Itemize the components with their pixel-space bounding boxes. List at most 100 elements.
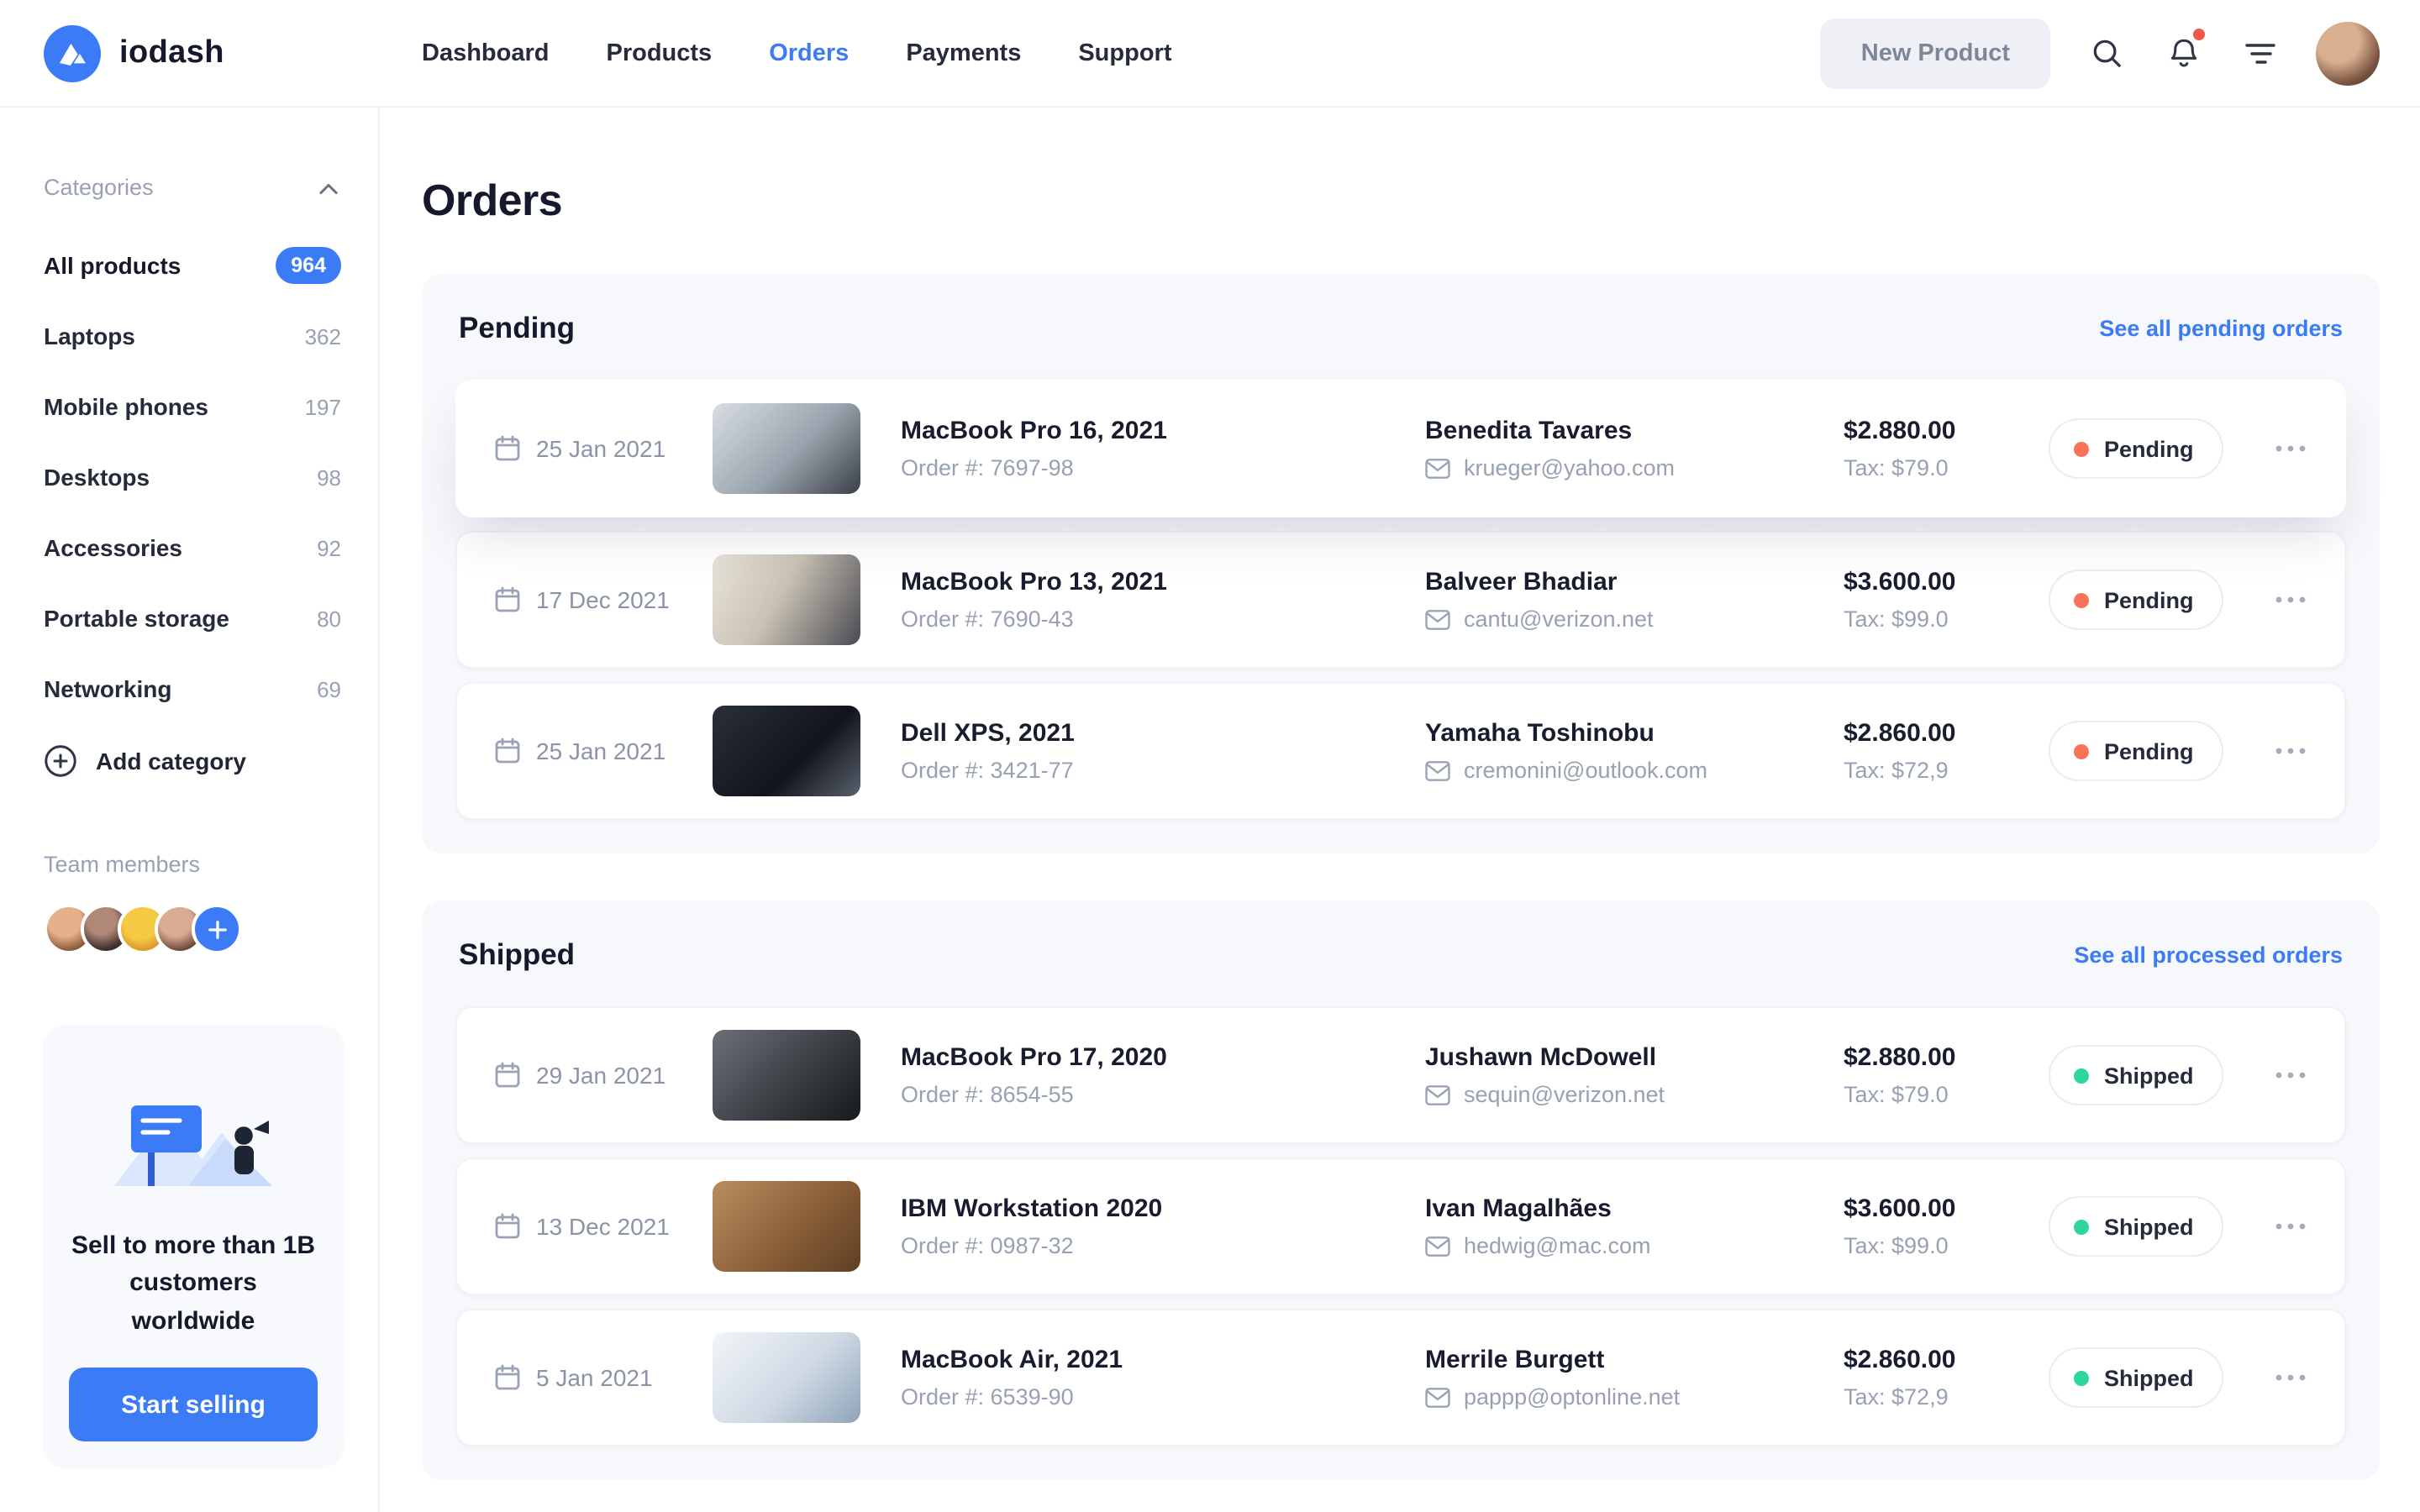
- status-dot: [2074, 1068, 2089, 1083]
- add-category-button[interactable]: Add category: [44, 744, 246, 778]
- more-button[interactable]: [2267, 727, 2314, 774]
- main-content: Orders Pending See all pending orders 25…: [380, 108, 2420, 1512]
- see-all-processed-link[interactable]: See all processed orders: [2074, 942, 2343, 968]
- order-row[interactable]: 25 Jan 2021 Dell XPS, 2021 Order #: 3421…: [455, 682, 2346, 820]
- status-badge: Pending: [2049, 721, 2223, 781]
- more-button[interactable]: [2267, 1203, 2314, 1250]
- categories-header: Categories: [44, 171, 341, 203]
- start-selling-button[interactable]: Start selling: [69, 1368, 318, 1441]
- more-button[interactable]: [2267, 425, 2314, 472]
- customer-name: Ivan Magalhães: [1425, 1194, 1844, 1223]
- new-product-button[interactable]: New Product: [1821, 18, 2050, 88]
- order-row[interactable]: 29 Jan 2021 MacBook Pro 17, 2020 Order #…: [455, 1006, 2346, 1144]
- status-badge: Shipped: [2049, 1196, 2223, 1257]
- filter-button[interactable]: [2238, 31, 2282, 75]
- order-number: Order #: 3421-77: [901, 758, 1425, 783]
- order-date: 29 Jan 2021: [494, 1062, 713, 1089]
- see-all-pending-link[interactable]: See all pending orders: [2099, 316, 2343, 341]
- envelope-icon: [1425, 1387, 1450, 1407]
- price-cell: $2.880.00 Tax: $79.0: [1844, 417, 2049, 480]
- ellipsis-icon: [2274, 746, 2307, 756]
- notifications-button[interactable]: [2161, 31, 2205, 75]
- ellipsis-icon: [2274, 1373, 2307, 1383]
- sidebar-item-networking[interactable]: Networking 69: [44, 654, 341, 724]
- order-row[interactable]: 17 Dec 2021 MacBook Pro 13, 2021 Order #…: [455, 531, 2346, 669]
- customer-name: Benedita Tavares: [1425, 417, 1844, 445]
- product-thumbnail: [713, 1030, 860, 1121]
- order-tax: Tax: $72,9: [1844, 758, 2049, 783]
- product-cell: MacBook Air, 2021 Order #: 6539-90: [901, 1346, 1425, 1410]
- nav-dashboard[interactable]: Dashboard: [422, 39, 550, 66]
- sidebar-item-accessories[interactable]: Accessories 92: [44, 512, 341, 583]
- calendar-icon: [494, 1062, 521, 1089]
- order-row[interactable]: 13 Dec 2021 IBM Workstation 2020 Order #…: [455, 1158, 2346, 1295]
- customer-name: Yamaha Toshinobu: [1425, 719, 1844, 748]
- plus-circle-icon: [44, 744, 77, 778]
- product-cell: MacBook Pro 16, 2021 Order #: 7697-98: [901, 417, 1425, 480]
- nav-orders[interactable]: Orders: [769, 39, 849, 66]
- product-name: Dell XPS, 2021: [901, 719, 1425, 748]
- order-date: 25 Jan 2021: [494, 738, 713, 764]
- product-thumbnail: [713, 403, 860, 494]
- search-button[interactable]: [2084, 31, 2128, 75]
- order-tax: Tax: $79.0: [1844, 455, 2049, 480]
- nav-support[interactable]: Support: [1078, 39, 1171, 66]
- count-badge: 964: [276, 247, 341, 284]
- envelope-icon: [1425, 1084, 1450, 1105]
- product-thumbnail: [713, 706, 860, 796]
- order-price: $2.880.00: [1844, 417, 2049, 445]
- section-title: Pending: [459, 311, 575, 346]
- calendar-icon: [494, 1364, 521, 1391]
- product-name: MacBook Pro 17, 2020: [901, 1043, 1425, 1072]
- page-title: Orders: [422, 175, 2380, 227]
- order-price: $3.600.00: [1844, 568, 2049, 596]
- count-badge: 69: [317, 676, 341, 701]
- nav-products[interactable]: Products: [607, 39, 713, 66]
- sidebar-item-desktops[interactable]: Desktops 98: [44, 442, 341, 512]
- sidebar-item-laptops[interactable]: Laptops 362: [44, 301, 341, 371]
- envelope-icon: [1425, 760, 1450, 780]
- top-actions: New Product: [1821, 18, 2380, 88]
- filter-icon: [2245, 39, 2275, 66]
- count-badge: 98: [317, 465, 341, 490]
- sidebar-item-portable-storage[interactable]: Portable storage 80: [44, 583, 341, 654]
- sidebar-item-all-products[interactable]: All products 964: [44, 230, 341, 301]
- order-date: 5 Jan 2021: [494, 1364, 713, 1391]
- category-list: All products 964 Laptops 362 Mobile phon…: [44, 230, 341, 724]
- nav-payments[interactable]: Payments: [906, 39, 1021, 66]
- price-cell: $2.860.00 Tax: $72,9: [1844, 719, 2049, 783]
- order-price: $2.860.00: [1844, 719, 2049, 748]
- categories-collapse-button[interactable]: [316, 171, 341, 203]
- more-button[interactable]: [2267, 576, 2314, 623]
- order-tax: Tax: $99.0: [1844, 606, 2049, 632]
- order-row[interactable]: 5 Jan 2021 MacBook Air, 2021 Order #: 65…: [455, 1309, 2346, 1446]
- more-button[interactable]: [2267, 1354, 2314, 1401]
- user-avatar[interactable]: [2316, 21, 2380, 85]
- product-name: MacBook Pro 13, 2021: [901, 568, 1425, 596]
- count-badge: 197: [305, 394, 341, 419]
- order-date: 25 Jan 2021: [494, 435, 713, 462]
- order-number: Order #: 7697-98: [901, 455, 1425, 480]
- top-bar: iodash Dashboard Products Orders Payment…: [0, 0, 2420, 108]
- order-date: 13 Dec 2021: [494, 1213, 713, 1240]
- customer-name: Jushawn McDowell: [1425, 1043, 1844, 1072]
- section-header: Shipped See all processed orders: [455, 934, 2346, 1006]
- team-members-label: Team members: [44, 852, 341, 877]
- section-title: Shipped: [459, 937, 575, 973]
- ellipsis-icon: [2274, 595, 2307, 605]
- order-row[interactable]: 25 Jan 2021 MacBook Pro 16, 2021 Order #…: [455, 380, 2346, 517]
- add-team-member-button[interactable]: [192, 904, 242, 954]
- sidebar: Categories All products 964 Laptops 362 …: [0, 108, 380, 1512]
- customer-email: krueger@yahoo.com: [1464, 455, 1675, 480]
- more-button[interactable]: [2267, 1052, 2314, 1099]
- status-badge: Shipped: [2049, 1045, 2223, 1105]
- count-badge: 362: [305, 323, 341, 349]
- status-badge: Shipped: [2049, 1347, 2223, 1408]
- ellipsis-icon: [2274, 444, 2307, 454]
- product-thumbnail: [713, 554, 860, 645]
- price-cell: $2.860.00 Tax: $72,9: [1844, 1346, 2049, 1410]
- product-cell: MacBook Pro 17, 2020 Order #: 8654-55: [901, 1043, 1425, 1107]
- brand[interactable]: iodash: [44, 24, 422, 81]
- price-cell: $3.600.00 Tax: $99.0: [1844, 568, 2049, 632]
- sidebar-item-mobile-phones[interactable]: Mobile phones 197: [44, 371, 341, 442]
